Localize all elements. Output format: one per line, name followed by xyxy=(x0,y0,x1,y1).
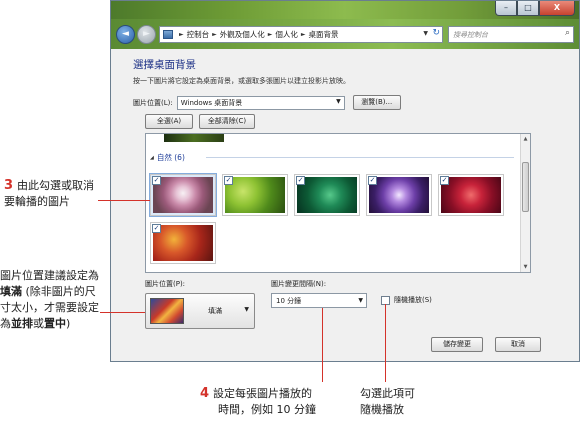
thumbnail-green-plant[interactable]: ✓ xyxy=(294,174,360,216)
leader-line-shuffle xyxy=(385,304,386,382)
window-controls: – □ X xyxy=(495,1,575,16)
back-button[interactable]: ◄ xyxy=(116,25,135,44)
picture-location-row: 圖片位置(L): Windows 桌面背景 ▼ 瀏覽(B)... xyxy=(133,95,401,110)
thumbnail-green-leaves[interactable]: ✓ xyxy=(222,174,288,216)
control-panel-icon xyxy=(163,30,173,39)
thumbnail-checkbox[interactable]: ✓ xyxy=(224,176,233,185)
titlebar: – □ X xyxy=(111,1,579,19)
breadcrumb-control-panel[interactable]: 控制台 xyxy=(187,29,210,40)
address-dropdown-icon[interactable]: ▼ xyxy=(423,30,428,37)
address-bar[interactable]: ► 控制台 ► 外觀及個人化 ► 個人化 ► 桌面背景 ▼ ↻ xyxy=(159,26,443,43)
shuffle-option[interactable]: 隨機播放(S) xyxy=(381,295,432,305)
control-panel-window: – □ X ◄ ► ► 控制台 ► 外觀及個人化 ► 個人化 ► 桌面背景 ▼ … xyxy=(110,0,580,362)
breadcrumb-desktop-background[interactable]: 桌面背景 xyxy=(309,29,339,40)
position-preview-image xyxy=(150,298,184,324)
scroll-up-icon[interactable]: ▲ xyxy=(521,134,530,144)
partial-thumbnail[interactable] xyxy=(164,134,224,142)
scrollbar-thumb[interactable] xyxy=(522,162,529,212)
main-content: 選擇桌面背景 按一下圖片將它設定為桌面背景，或選取多張圖片以建立投影片放映。 圖… xyxy=(111,49,579,361)
forward-button[interactable]: ► xyxy=(137,25,156,44)
wallpaper-gallery: ◢ 自然 (6) ✓ ✓ ✓ ✓ ✓ ✓ ▲ ▼ xyxy=(145,133,531,273)
thumbnail-purple-flower[interactable]: ✓ xyxy=(366,174,432,216)
shuffle-label: 隨機播放(S) xyxy=(394,296,432,304)
scroll-down-icon[interactable]: ▼ xyxy=(521,262,530,272)
thumbnail-checkbox[interactable]: ✓ xyxy=(152,176,161,185)
thumbnail-checkbox[interactable]: ✓ xyxy=(368,176,377,185)
interval-label: 圖片變更間隔(N): xyxy=(271,280,327,288)
annotation-position: 圖片位置建議設定為填滿 (除非圖片的尺寸太小，才需要設定為並排或置中) xyxy=(0,269,99,330)
save-changes-button[interactable]: 儲存變更 xyxy=(431,337,483,352)
thumbnail-red-flower[interactable]: ✓ xyxy=(438,174,504,216)
page-title: 選擇桌面背景 xyxy=(133,59,196,71)
annotation-3: 3 由此勾選或取消要輪播的圖片 xyxy=(4,178,95,208)
chevron-down-icon: ▼ xyxy=(336,97,341,105)
refresh-icon[interactable]: ↻ xyxy=(432,28,440,38)
close-button[interactable]: X xyxy=(539,1,575,16)
leader-line-position xyxy=(100,312,145,313)
search-input[interactable]: 搜尋控制台 ⌕ xyxy=(448,26,574,43)
chevron-down-icon: ▼ xyxy=(244,306,249,313)
browse-button[interactable]: 瀏覽(B)... xyxy=(352,95,401,110)
chevron-down-icon: ▼ xyxy=(358,297,363,304)
search-icon[interactable]: ⌕ xyxy=(565,28,570,38)
interval-select[interactable]: 10 分鐘 ▼ xyxy=(271,293,367,308)
leader-line-4 xyxy=(322,308,323,382)
thumbnail-checkbox[interactable]: ✓ xyxy=(152,224,161,233)
group-header[interactable]: ◢ 自然 (6) xyxy=(150,152,185,163)
gallery-scrollbar[interactable]: ▲ ▼ xyxy=(520,134,530,272)
thumbnail-checkbox[interactable]: ✓ xyxy=(296,176,305,185)
breadcrumb-appearance[interactable]: 外觀及個人化 xyxy=(220,29,265,40)
leader-line-3 xyxy=(98,200,150,201)
picture-location-label: 圖片位置(L): xyxy=(133,98,173,107)
cancel-button[interactable]: 取消 xyxy=(495,337,541,352)
breadcrumb-personalization[interactable]: 個人化 xyxy=(275,29,298,40)
select-all-button[interactable]: 全選(A) xyxy=(145,114,193,129)
maximize-button[interactable]: □ xyxy=(517,1,539,16)
picture-position-select[interactable]: 填滿 ▼ xyxy=(145,293,255,329)
annotation-shuffle: 勾選此項可 隨機播放 xyxy=(360,387,415,416)
annotation-4: 4 設定每張圖片播放的 時間，例如 10 分鐘 xyxy=(200,386,316,416)
picture-location-select[interactable]: Windows 桌面背景 ▼ xyxy=(176,95,345,110)
instruction-text: 按一下圖片將它設定為桌面背景，或選取多張圖片以建立投影片放映。 xyxy=(133,77,350,85)
navigation-bar: ◄ ► ► 控制台 ► 外觀及個人化 ► 個人化 ► 桌面背景 ▼ ↻ 搜尋控制… xyxy=(111,19,579,49)
minimize-button[interactable]: – xyxy=(495,1,517,16)
clear-all-button[interactable]: 全部清除(C) xyxy=(199,114,255,129)
breadcrumb: ► 控制台 ► 外觀及個人化 ► 個人化 ► 桌面背景 xyxy=(179,29,339,40)
position-label: 圖片位置(P): xyxy=(145,280,186,288)
search-placeholder: 搜尋控制台 xyxy=(453,31,488,39)
thumbnail-pink-flower[interactable]: ✓ xyxy=(149,173,217,217)
thumbnail-checkbox[interactable]: ✓ xyxy=(440,176,449,185)
thumbnail-red-leaves[interactable]: ✓ xyxy=(150,222,216,264)
selection-buttons: 全選(A) 全部清除(C) xyxy=(145,114,255,129)
collapse-icon: ◢ xyxy=(150,154,154,161)
